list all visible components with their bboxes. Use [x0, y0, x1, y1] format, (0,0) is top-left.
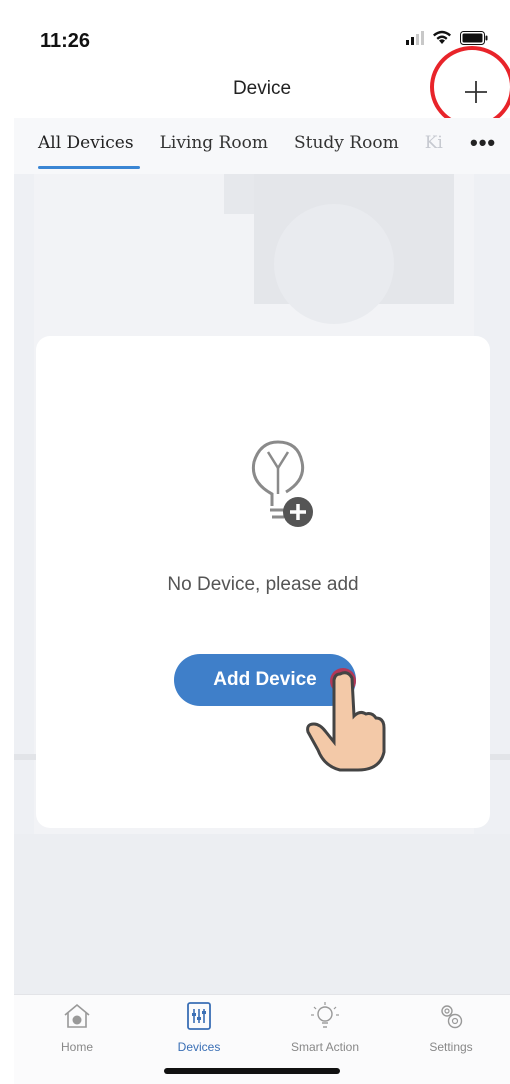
room-tabs: All Devices Living Room Study Room Ki ••… [14, 118, 510, 174]
bottom-nav-settings[interactable]: Settings [396, 1001, 506, 1054]
empty-state-card: No Device, please add Add Device [36, 336, 490, 828]
status-icons [406, 30, 488, 45]
tab-study-room[interactable]: Study Room [294, 133, 399, 153]
tab-kitchen[interactable]: Ki [425, 133, 443, 153]
home-indicator [164, 1068, 340, 1074]
gear-icon [441, 1005, 463, 1029]
tab-all-devices[interactable]: All Devices [38, 133, 134, 153]
bottom-nav-home[interactable]: Home [22, 1001, 132, 1054]
lightbulb-add-icon [251, 440, 313, 527]
pointing-hand-icon [306, 671, 386, 772]
phone-screen: 11:26 Device All Devices Living Room Stu… [14, 0, 510, 1084]
devices-icon [187, 1002, 211, 1030]
smart-action-icon [311, 1002, 339, 1028]
active-tab-indicator [38, 166, 140, 169]
wifi-icon [433, 30, 451, 44]
bottom-nav-smart-action[interactable]: Smart Action [270, 1001, 380, 1054]
status-time: 11:26 [40, 30, 91, 52]
home-icon [64, 1003, 90, 1028]
bottom-nav-devices[interactable]: Devices [144, 1001, 254, 1054]
empty-state-message: No Device, please add [167, 574, 359, 595]
battery-icon [460, 30, 488, 45]
cellular-signal-icon [406, 30, 424, 45]
tab-living-room[interactable]: Living Room [160, 133, 268, 153]
status-bar: 11:26 [14, 0, 510, 66]
highlight-ring [430, 46, 510, 128]
more-tabs-button[interactable]: ••• [470, 130, 496, 156]
